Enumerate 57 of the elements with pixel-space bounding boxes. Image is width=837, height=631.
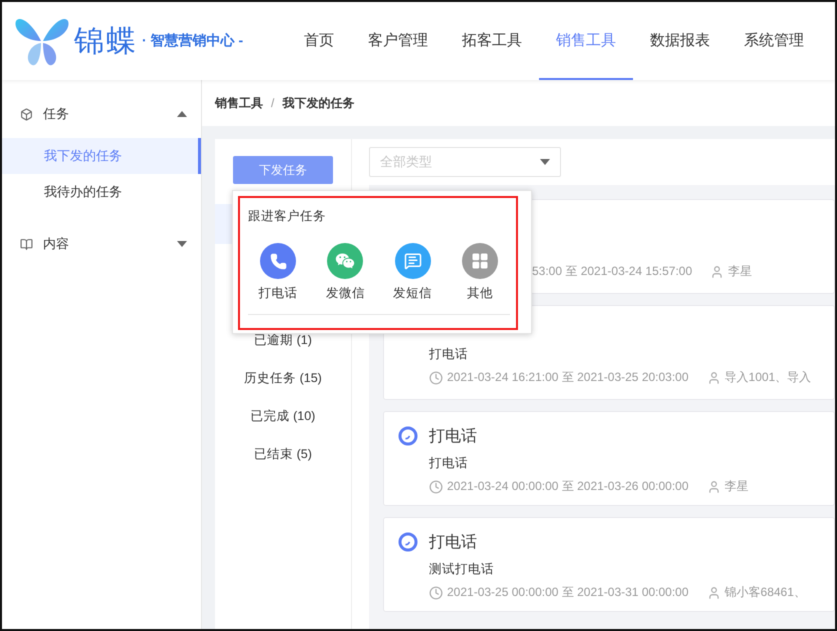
task-description: 打电话 — [429, 456, 468, 470]
sidebar-item[interactable]: 我待办的任务 — [2, 174, 201, 210]
status-filter[interactable]: 历史任务 (15) — [244, 370, 322, 387]
chat-bubbles-icon — [335, 251, 356, 271]
task-card[interactable]: 打电话 2021-03-24 16:21:00 至 2021-03-25 20:03:00 导入1001、导入 — [383, 305, 835, 400]
person-icon — [706, 586, 721, 600]
breadcrumb-item: 我下发的任务 — [282, 94, 354, 112]
task-time: 2021-03-24 00:00:00 至 2021-03-26 00:00:00 — [447, 478, 689, 495]
clock-icon — [429, 370, 443, 384]
nav-tab[interactable]: 拓客工具 — [445, 2, 539, 80]
status-filter[interactable]: 已结束 (5) — [254, 446, 312, 463]
task-assignee: 李星 — [728, 263, 752, 280]
phone-icon — [270, 252, 286, 270]
task-time: 2021-03-24 16:21:00 至 2021-03-25 20:03:00 — [447, 369, 689, 386]
task-title: 打电话 — [429, 534, 477, 551]
clock-ring-icon — [398, 532, 418, 552]
popup-title: 跟进客户任务 — [248, 208, 327, 225]
nav-tab[interactable]: 首页 — [287, 2, 351, 80]
logo-subtitle: · 智慧营销中心 - — [142, 32, 244, 50]
sidebar-group-label: 内容 — [43, 235, 70, 253]
cube-icon — [20, 108, 33, 120]
nav-tab[interactable]: 客户管理 — [351, 2, 445, 80]
select-placeholder: 全部类型 — [380, 153, 432, 171]
grid-icon — [470, 252, 489, 270]
nav-tab[interactable]: 数据报表 — [633, 2, 727, 80]
task-assignee: 李星 — [724, 478, 749, 495]
breadcrumb-item[interactable]: 销售工具 — [215, 94, 263, 112]
task-description: 测试打电话 — [429, 562, 494, 576]
status-filter[interactable]: 已完成 (10) — [250, 408, 316, 425]
sidebar-group-label: 任务 — [43, 105, 70, 123]
sidebar-group[interactable]: 任务 — [2, 90, 201, 138]
task-assignee: 锦小客68461、 — [724, 584, 806, 601]
nav-tab[interactable]: 系统管理 — [727, 2, 821, 80]
person-icon — [706, 370, 721, 384]
task-card[interactable]: 打电话 打电话 2021-03-24 00:00:00 至 2021-03-26 00:00:00 李星 — [383, 411, 835, 506]
task-assignee: 导入1001、导入 — [724, 369, 812, 386]
task-title: 打电话 — [429, 428, 477, 445]
task-description: 打电话 — [429, 347, 468, 361]
caret-icon — [540, 159, 550, 165]
task-card[interactable]: 打电话 测试打电话 2021-03-25 00:00:00 至 2021-03-31 00:00:00 锦小客68461、 — [383, 517, 835, 612]
clock-icon — [429, 586, 443, 600]
task-type-option[interactable]: 发微信 — [315, 243, 376, 302]
sidebar-group[interactable]: 内容 — [2, 220, 201, 268]
clock-icon — [429, 480, 443, 494]
caret-icon — [177, 241, 187, 247]
logo-text: 锦蝶 — [74, 24, 138, 60]
caret-icon — [177, 111, 187, 117]
person-icon — [706, 480, 721, 494]
message-icon — [404, 252, 422, 270]
person-icon — [710, 264, 724, 278]
task-type-option[interactable]: 打电话 — [248, 243, 308, 302]
status-filter[interactable]: 已逾期 (1) — [254, 332, 312, 349]
book-icon — [20, 238, 33, 250]
clock-ring-icon — [398, 426, 418, 446]
task-time: 2021-03-25 00:00:00 至 2021-03-31 00:00:00 — [447, 584, 689, 601]
task-time: 53:00 至 2021-03-24 15:57:00 — [532, 263, 692, 280]
breadcrumb-separator: / — [271, 96, 274, 110]
